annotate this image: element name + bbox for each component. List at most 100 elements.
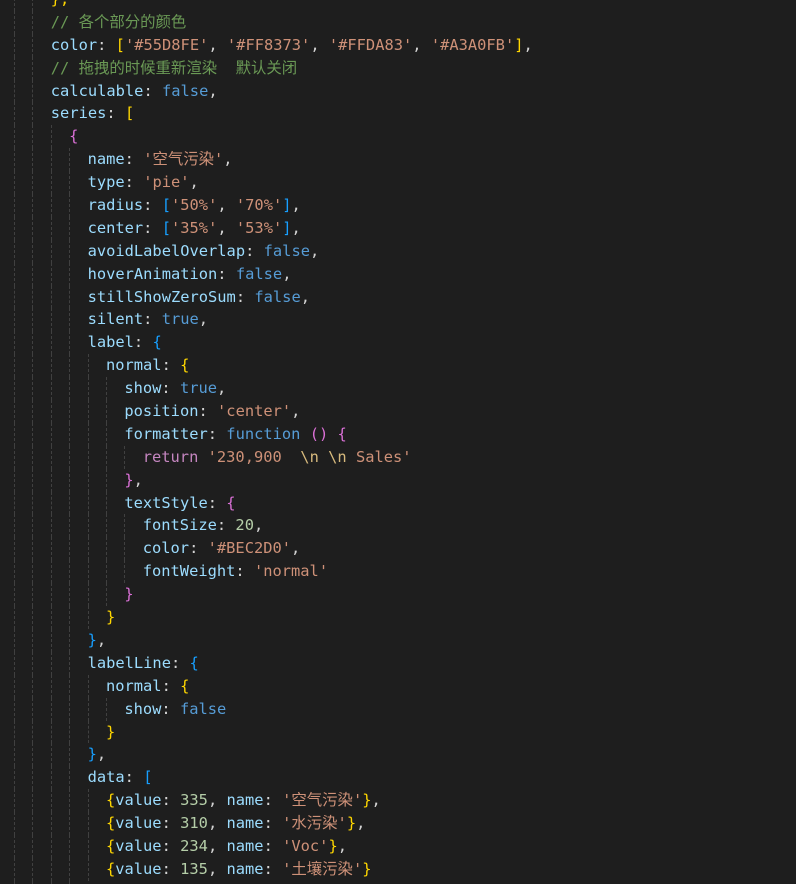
indent-guide [105,491,124,515]
code-line[interactable]: fontSize: 20, [14,514,533,538]
indent-guide [14,308,32,332]
indent-guide [69,789,87,813]
indent-guide [14,79,32,103]
indent-guide [14,766,32,790]
indent-guide [124,560,142,584]
code-line[interactable]: type: 'pie', [14,171,533,195]
code-token: radius [87,196,144,215]
code-line[interactable]: textStyle: { [14,491,533,515]
code-token: : [161,699,180,718]
code-token: color [50,35,98,54]
code-token: , [133,470,143,489]
indent-guide [14,171,32,195]
code-token: { [189,653,199,672]
code-line[interactable]: silent: true, [14,308,533,332]
code-line[interactable]: labelLine: { [14,651,533,675]
indent-guide [69,377,87,401]
code-token: ] [282,196,292,215]
code-line[interactable]: normal: { [14,354,533,378]
code-line[interactable]: formatter: function () { [14,422,533,446]
indent-guide [14,491,32,515]
indent-guide [32,262,50,286]
code-token: } [124,470,134,489]
code-lines[interactable]: },// 各个部分的颜色color: ['#55D8FE', '#FF8373'… [14,0,533,884]
code-token: textStyle [124,493,208,512]
indent-guide [50,766,69,790]
code-line[interactable]: avoidLabelOverlap: false, [14,239,533,263]
code-line[interactable]: show: false [14,697,533,721]
code-line[interactable]: color: '#BEC2D0', [14,537,533,561]
code-line[interactable]: } [14,720,533,744]
code-line[interactable]: label: { [14,331,533,355]
code-token: , [207,814,227,833]
code-line[interactable]: normal: { [14,674,533,698]
indent-guide [14,560,32,584]
code-line[interactable]: center: ['35%', '53%'], [14,216,533,240]
indent-guide [105,468,124,492]
indent-guide [14,239,32,263]
code-line[interactable]: }, [14,743,533,767]
indent-guide [69,812,87,835]
indent-guide [69,743,87,767]
code-token: function [226,424,301,443]
code-line[interactable]: {value: 234, name: 'Voc'}, [14,834,533,858]
indent-guide [32,239,50,263]
code-line[interactable]: { [14,125,533,149]
code-line[interactable]: } [14,583,533,607]
indent-guide [32,331,50,355]
code-line[interactable]: show: true, [14,377,533,401]
code-line[interactable]: stillShowZeroSum: false, [14,285,533,309]
code-line[interactable]: } [14,606,533,629]
code-line[interactable]: series: [ [14,102,533,126]
code-token: : [198,402,218,421]
code-token: , [207,836,227,855]
indent-guide [14,216,32,240]
indent-guide [50,583,69,607]
indent-guide [87,377,106,401]
code-line[interactable]: calculable: false, [14,79,533,103]
code-token: '#FF8373' [226,35,311,54]
code-token: : [263,859,283,878]
code-token: } [328,836,338,855]
indent-guide [14,697,32,721]
code-line[interactable]: color: ['#55D8FE', '#FF8373', '#FFDA83',… [14,33,533,57]
code-editor[interactable]: },// 各个部分的颜色color: ['#55D8FE', '#FF8373'… [0,0,796,884]
code-token: { [180,356,190,375]
code-line[interactable]: }, [14,628,533,652]
code-line[interactable]: {value: 310, name: '水污染'}, [14,812,533,835]
indent-guide [50,560,69,584]
code-line[interactable]: }, [14,0,533,11]
code-line[interactable]: // 各个部分的颜色 [14,10,533,34]
indent-guide [32,308,50,332]
code-token: value [115,791,162,810]
code-line[interactable]: name: '空气污染', [14,148,533,172]
code-token: false [162,81,209,100]
code-token: : [124,150,144,169]
indent-guide [87,606,106,629]
code-token: , [356,814,366,833]
code-line[interactable]: {value: 335, name: '空气污染'}, [14,789,533,813]
code-token: avoidLabelOverlap [87,241,246,260]
code-line[interactable]: hoverAnimation: false, [14,262,533,286]
code-line[interactable]: }, [14,468,533,492]
code-token: { [105,859,116,878]
code-token: { [180,676,190,695]
code-line[interactable]: fontWeight: 'normal' [14,560,533,584]
code-line[interactable]: radius: ['50%', '70%'], [14,194,533,217]
code-token: hoverAnimation [87,264,218,283]
code-token: : [161,814,181,833]
code-token: : [245,241,264,260]
code-token: '#BEC2D0' [207,539,292,558]
code-line[interactable]: data: [ [14,766,533,790]
code-token: } [105,608,116,627]
indent-guide [69,606,87,629]
code-line[interactable]: position: 'center', [14,400,533,423]
code-line[interactable]: return '230,900 \n \n Sales' [14,445,533,469]
indent-guide [14,0,32,11]
indent-guide [87,697,106,721]
indent-guide [14,468,32,492]
code-line[interactable]: // 拖拽的时候重新渲染 默认关闭 [14,56,533,80]
code-token: stillShowZeroSum [87,287,236,306]
code-line[interactable]: {value: 135, name: '土壤污染'} [14,857,533,881]
